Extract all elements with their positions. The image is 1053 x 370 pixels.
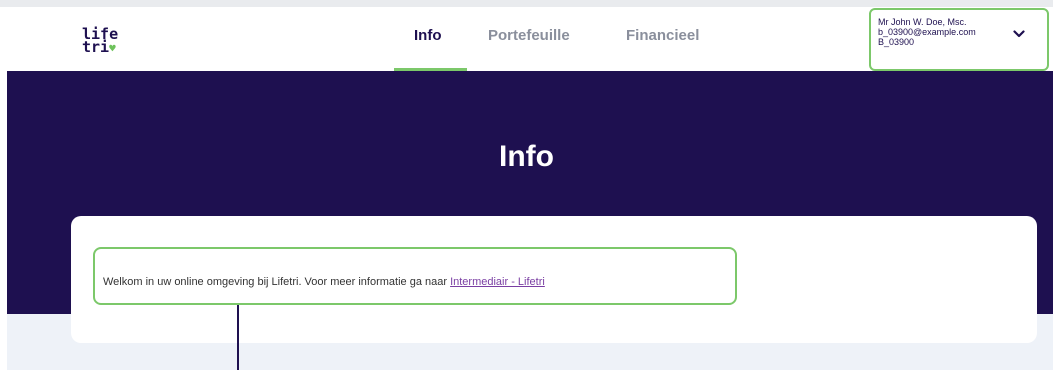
page-title: Info: [499, 140, 554, 173]
welcome-message-box: Welkom in uw online omgeving bij Lifetri…: [93, 247, 737, 305]
top-strip: [0, 0, 1053, 7]
annotation-pointer: [237, 305, 239, 370]
welcome-text: Welkom in uw online omgeving bij Lifetri…: [103, 276, 451, 288]
tab-portefeuille[interactable]: Portefeuille: [488, 27, 570, 44]
tab-financieel[interactable]: Financieel: [626, 27, 699, 44]
main-nav: Info Portefeuille Financieel: [375, 7, 737, 71]
logo-line-2: tri: [82, 38, 110, 56]
heart-icon: ♥: [109, 42, 116, 55]
intermediair-link[interactable]: Intermediair - Lifetri: [450, 276, 545, 288]
user-name: Mr John W. Doe, Msc.: [878, 17, 967, 27]
lifetri-logo[interactable]: life tri♥: [82, 27, 122, 56]
user-email: b_03900@example.com: [878, 27, 976, 37]
user-menu[interactable]: Mr John W. Doe, Msc. b_03900@example.com…: [869, 8, 1049, 71]
chevron-down-icon[interactable]: [1013, 30, 1025, 38]
tab-info[interactable]: Info: [414, 27, 442, 44]
user-id: B_03900: [878, 37, 915, 47]
user-info: Mr John W. Doe, Msc. b_03900@example.com…: [878, 17, 976, 47]
welcome-message: Welkom in uw online omgeving bij Lifetri…: [103, 276, 545, 288]
